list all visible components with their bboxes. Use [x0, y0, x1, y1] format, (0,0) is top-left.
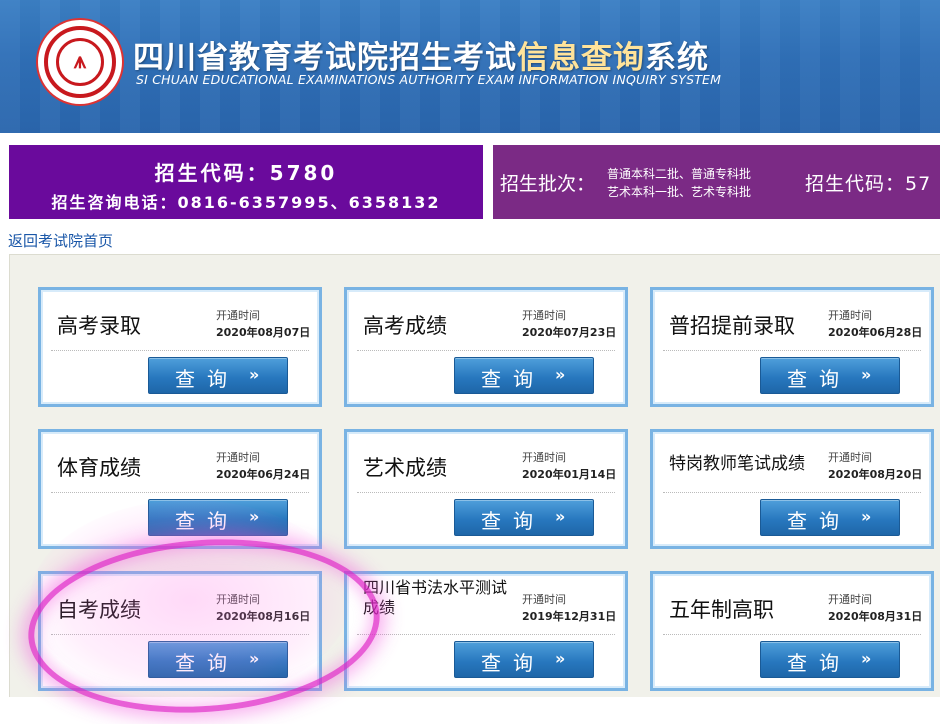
card-title: 特岗教师笔试成绩 [669, 454, 805, 474]
double-chevron-right-icon: » [861, 365, 872, 384]
site-title-highlight: 信息查询 [517, 40, 645, 76]
query-card-five-year-vocational: 五年制高职 开通时间 2020年08月31日 查询 » [650, 571, 934, 691]
open-date: 2020年01月14日 [522, 468, 617, 481]
open-time-label: 开通时间 [216, 309, 260, 322]
open-time-label: 开通时间 [828, 451, 872, 464]
open-date: 2020年08月20日 [828, 468, 923, 481]
query-button-label: 查询 [175, 651, 239, 675]
card-title: 艺术成绩 [363, 456, 447, 480]
double-chevron-right-icon: » [249, 365, 260, 384]
double-chevron-right-icon: » [555, 365, 566, 384]
query-button[interactable]: 查询 » [148, 357, 288, 394]
open-date: 2020年07月23日 [522, 326, 617, 339]
query-card-calligraphy-test: 四川省书法水平测试成绩 开通时间 2019年12月31日 查询 » [344, 571, 628, 691]
query-button-label: 查询 [787, 367, 851, 391]
open-date: 2020年06月24日 [216, 468, 311, 481]
query-button[interactable]: 查询 » [148, 499, 288, 536]
admission-code: 招生代码：5780 [154, 161, 338, 185]
query-button[interactable]: 查询 » [760, 641, 900, 678]
double-chevron-right-icon: » [555, 507, 566, 526]
query-button[interactable]: 查询 » [454, 499, 594, 536]
card-title: 高考录取 [57, 314, 141, 338]
card-title: 体育成绩 [57, 456, 141, 480]
query-button-label: 查询 [481, 509, 545, 533]
card-divider [51, 350, 309, 351]
open-time-label: 开通时间 [522, 451, 566, 464]
double-chevron-right-icon: » [249, 649, 260, 668]
batch-label: 招生批次： [500, 173, 596, 195]
open-date: 2019年12月31日 [522, 610, 617, 623]
card-title: 自考成绩 [57, 598, 141, 622]
query-button[interactable]: 查询 » [760, 499, 900, 536]
query-button-label: 查询 [481, 367, 545, 391]
site-title: 四川省教育考试院招生考试信息查询系统 [133, 32, 709, 77]
query-card-pe-score: 体育成绩 开通时间 2020年06月24日 查询 » [38, 429, 322, 549]
query-button-label: 查询 [787, 509, 851, 533]
query-button[interactable]: 查询 » [454, 641, 594, 678]
query-card-self-study-score: 自考成绩 开通时间 2020年08月16日 查询 » [38, 571, 322, 691]
double-chevron-right-icon: » [861, 649, 872, 668]
query-button[interactable]: 查询 » [454, 357, 594, 394]
site-header: ⩚ 四川省教育考试院招生考试信息查询系统 SI CHUAN EDUCATIONA… [0, 0, 940, 133]
card-title: 普招提前录取 [669, 314, 795, 338]
card-title: 四川省书法水平测试成绩 [363, 578, 508, 617]
admission-info-banner: 招生代码：5780 招生咨询电话：0816-6357995、6358132 [9, 145, 483, 219]
open-date: 2020年08月16日 [216, 610, 311, 623]
query-card-gaokao-admission: 高考录取 开通时间 2020年08月07日 查询 » [38, 287, 322, 407]
query-button-label: 查询 [175, 509, 239, 533]
open-time-label: 开通时间 [828, 309, 872, 322]
open-time-label: 开通时间 [828, 593, 872, 606]
query-card-early-admission: 普招提前录取 开通时间 2020年06月28日 查询 » [650, 287, 934, 407]
open-time-label: 开通时间 [216, 451, 260, 464]
open-date: 2020年06月28日 [828, 326, 923, 339]
query-button-label: 查询 [787, 651, 851, 675]
double-chevron-right-icon: » [249, 507, 260, 526]
site-title-part2: 系统 [645, 40, 709, 76]
query-button-label: 查询 [175, 367, 239, 391]
open-time-label: 开通时间 [522, 593, 566, 606]
query-card-art-score: 艺术成绩 开通时间 2020年01月14日 查询 » [344, 429, 628, 549]
admission-batch-banner: 招生批次： 普通本科二批、普通专科批 艺术本科一批、艺术专科批 招生代码：57 [493, 145, 940, 219]
admission-code-scrolling: 招生代码：57 [805, 173, 932, 195]
open-date: 2020年08月31日 [828, 610, 923, 623]
card-title: 高考成绩 [363, 314, 447, 338]
site-title-part1: 四川省教育考试院招生考试 [133, 40, 517, 76]
double-chevron-right-icon: » [555, 649, 566, 668]
card-divider [663, 634, 921, 635]
query-card-gaokao-score: 高考成绩 开通时间 2020年07月23日 查询 » [344, 287, 628, 407]
card-divider [663, 492, 921, 493]
open-time-label: 开通时间 [216, 593, 260, 606]
card-divider [51, 492, 309, 493]
card-divider [663, 350, 921, 351]
card-divider [357, 350, 615, 351]
query-button-label: 查询 [481, 651, 545, 675]
logo-mark-icon: ⩚ [73, 48, 87, 74]
site-subtitle: SI CHUAN EDUCATIONAL EXAMINATIONS AUTHOR… [136, 72, 722, 87]
card-divider [357, 492, 615, 493]
batch-line-2: 艺术本科一批、艺术专科批 [607, 185, 752, 199]
authority-seal-logo[interactable]: ⩚ [38, 20, 122, 104]
card-divider [51, 634, 309, 635]
double-chevron-right-icon: » [861, 507, 872, 526]
card-divider [357, 634, 615, 635]
back-to-home-link[interactable]: 返回考试院首页 [8, 230, 113, 251]
query-button[interactable]: 查询 » [760, 357, 900, 394]
open-time-label: 开通时间 [522, 309, 566, 322]
query-button[interactable]: 查询 » [148, 641, 288, 678]
card-title: 五年制高职 [669, 598, 774, 622]
consult-phone: 招生咨询电话：0816-6357995、6358132 [51, 193, 441, 212]
open-date: 2020年08月07日 [216, 326, 311, 339]
query-card-special-teacher-exam: 特岗教师笔试成绩 开通时间 2020年08月20日 查询 » [650, 429, 934, 549]
batch-line-1: 普通本科二批、普通专科批 [607, 167, 752, 181]
